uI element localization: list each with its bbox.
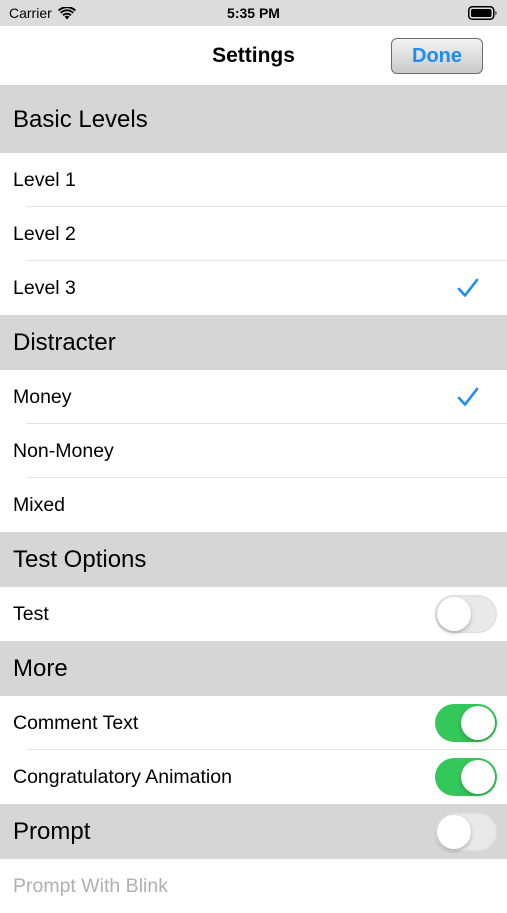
non-money-row[interactable]: Non-Money	[0, 424, 507, 478]
level-3-row[interactable]: Level 3	[0, 261, 507, 315]
navigation-bar: Settings Done	[0, 26, 507, 86]
section-header-distracter: Distracter	[0, 315, 507, 370]
done-button[interactable]: Done	[391, 38, 483, 74]
row-label: Congratulatory Animation	[13, 765, 232, 788]
status-bar: Carrier 5:35 PM	[0, 0, 507, 26]
comment-text-toggle[interactable]	[435, 704, 497, 742]
section-header-test-options: Test Options	[0, 532, 507, 587]
battery-icon	[468, 6, 498, 23]
row-label: Money	[13, 385, 72, 408]
section-header-more: More	[0, 641, 507, 696]
checkmark-icon	[457, 387, 479, 406]
toggle-knob	[461, 706, 495, 740]
row-label: Level 1	[13, 168, 76, 191]
toggle-knob	[461, 760, 495, 794]
mixed-row[interactable]: Mixed	[0, 478, 507, 532]
toggle-knob	[437, 597, 471, 631]
comment-text-row: Comment Text	[0, 696, 507, 750]
row-label: Mixed	[13, 493, 66, 516]
section-header-prompt: Prompt	[0, 804, 507, 859]
prompt-with-blink-row: Prompt With Blink	[0, 859, 507, 913]
section-header-basic-levels: Basic Levels	[0, 86, 507, 153]
prompt-toggle[interactable]	[435, 813, 497, 851]
row-label: Level 3	[13, 276, 76, 299]
checkmark-icon	[457, 278, 479, 297]
test-toggle[interactable]	[435, 595, 497, 633]
row-label: Test	[13, 602, 49, 625]
status-time: 5:35 PM	[227, 5, 280, 21]
test-row: Test	[0, 587, 507, 641]
toggle-knob	[437, 815, 471, 849]
row-label: Prompt With Blink	[13, 874, 168, 897]
settings-table: Basic Levels Level 1 Level 2 Level 3 Dis…	[0, 86, 507, 913]
row-label: Level 2	[13, 222, 76, 245]
congratulatory-animation-toggle[interactable]	[435, 758, 497, 796]
congratulatory-animation-row: Congratulatory Animation	[0, 750, 507, 804]
level-2-row[interactable]: Level 2	[0, 207, 507, 261]
money-row[interactable]: Money	[0, 370, 507, 424]
level-1-row[interactable]: Level 1	[0, 153, 507, 207]
section-title: Prompt	[13, 817, 91, 845]
row-label: Comment Text	[13, 711, 139, 734]
row-label: Non-Money	[13, 439, 114, 462]
